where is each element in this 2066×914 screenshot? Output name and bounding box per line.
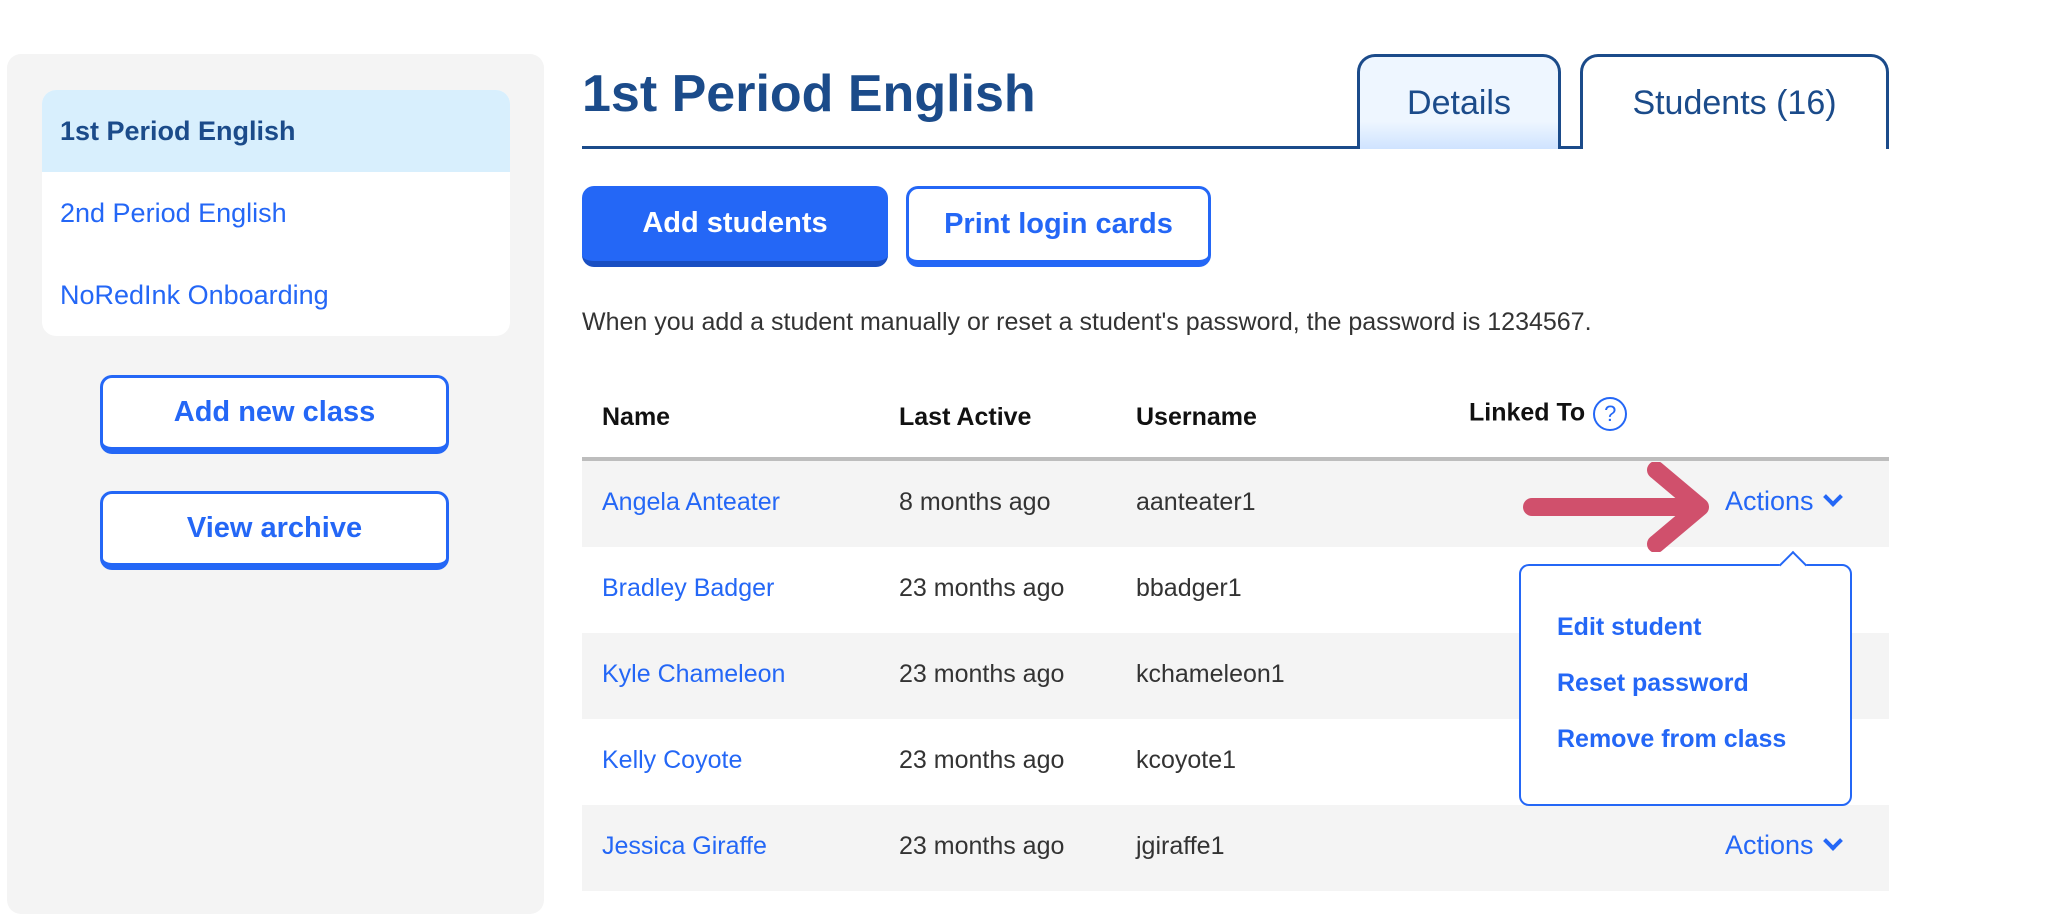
title-divider xyxy=(582,146,1358,149)
tab-details[interactable]: Details xyxy=(1357,54,1561,149)
username: kcoyote1 xyxy=(1136,746,1237,774)
last-active: 8 months ago xyxy=(899,488,1051,516)
student-name-link[interactable]: Kyle Chameleon xyxy=(602,660,785,689)
last-active: 23 months ago xyxy=(899,746,1065,774)
password-info-text: When you add a student manually or reset… xyxy=(582,308,1592,336)
tab-divider xyxy=(1561,146,1580,149)
tab-students[interactable]: Students (16) xyxy=(1580,54,1889,149)
student-name-link[interactable]: Jessica Giraffe xyxy=(602,832,767,861)
table-row: Jessica Giraffe 23 months ago jgiraffe1 … xyxy=(582,805,1889,891)
linked-to-label: Linked To xyxy=(1469,398,1586,427)
page-title: 1st Period English xyxy=(582,65,1036,123)
actions-label: Actions xyxy=(1725,486,1814,516)
menu-item-reset-password[interactable]: Reset password xyxy=(1557,669,1850,725)
column-header-username[interactable]: Username xyxy=(1136,403,1257,432)
chevron-down-icon xyxy=(1822,487,1843,507)
class-list: 1st Period English 2nd Period English No… xyxy=(42,90,510,336)
username: bbadger1 xyxy=(1136,574,1242,602)
student-name-link[interactable]: Angela Anteater xyxy=(602,488,780,517)
menu-item-edit-student[interactable]: Edit student xyxy=(1557,613,1850,669)
class-item-2nd-period-english[interactable]: 2nd Period English xyxy=(42,172,510,254)
class-sidebar: 1st Period English 2nd Period English No… xyxy=(7,54,544,914)
class-item-noredink-onboarding[interactable]: NoRedInk Onboarding xyxy=(42,254,510,336)
actions-dropdown-button[interactable]: Actions xyxy=(1725,830,1843,861)
help-icon[interactable]: ? xyxy=(1593,397,1628,431)
username: jgiraffe1 xyxy=(1136,832,1225,860)
column-header-name[interactable]: Name xyxy=(602,403,670,432)
last-active: 23 months ago xyxy=(899,574,1065,602)
column-header-last-active[interactable]: Last Active xyxy=(899,403,1031,432)
last-active: 23 months ago xyxy=(899,832,1065,860)
menu-item-remove-from-class[interactable]: Remove from class xyxy=(1557,725,1850,781)
add-new-class-button[interactable]: Add new class xyxy=(100,375,449,454)
username: kchameleon1 xyxy=(1136,660,1285,688)
class-item-1st-period-english[interactable]: 1st Period English xyxy=(42,90,510,172)
column-header-linked-to: Linked To? xyxy=(1469,397,1628,431)
print-login-cards-button[interactable]: Print login cards xyxy=(906,186,1211,267)
actions-menu: Edit student Reset password Remove from … xyxy=(1519,564,1852,806)
add-students-button[interactable]: Add students xyxy=(582,186,888,267)
annotation-arrow-icon xyxy=(1523,462,1709,552)
last-active: 23 months ago xyxy=(899,660,1065,688)
student-name-link[interactable]: Bradley Badger xyxy=(602,574,774,603)
username: aanteater1 xyxy=(1136,488,1256,516)
student-name-link[interactable]: Kelly Coyote xyxy=(602,746,742,775)
actions-dropdown-button[interactable]: Actions xyxy=(1725,486,1843,517)
actions-label: Actions xyxy=(1725,830,1814,860)
view-archive-button[interactable]: View archive xyxy=(100,491,449,570)
table-header: Name Last Active Username Linked To? xyxy=(582,375,1889,461)
chevron-down-icon xyxy=(1822,831,1843,851)
